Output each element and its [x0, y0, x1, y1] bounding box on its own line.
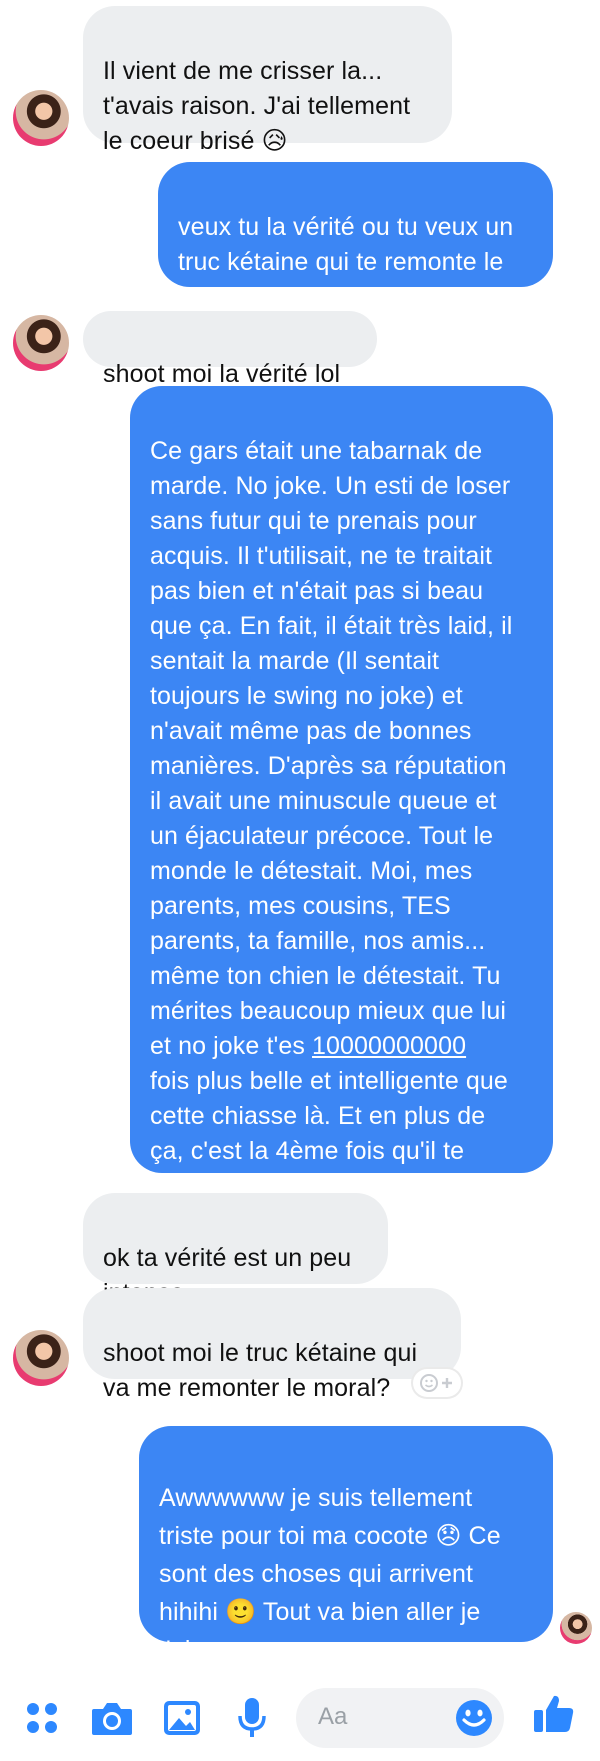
number-link[interactable]: 10000000000 [312, 1032, 466, 1060]
camera-button[interactable] [88, 1694, 136, 1742]
emoji-button[interactable] [454, 1698, 494, 1738]
emoji-icon [456, 1700, 492, 1736]
add-reaction-button[interactable] [413, 1369, 461, 1397]
message-bubble-incoming[interactable]: Il vient de me crisser la... t'avais rai… [83, 6, 452, 155]
message-input[interactable]: Aa [296, 1688, 504, 1748]
microphone-icon [238, 1698, 266, 1737]
message-input-placeholder: Aa [318, 1703, 348, 1730]
voice-button[interactable] [228, 1694, 276, 1742]
message-text: fois plus belle et intelligente que cett… [150, 1067, 508, 1200]
message-text: veux tu la vérité ou tu veux un truc két… [178, 213, 514, 311]
message-text: Ce gars était une tabarnak de marde. No … [150, 437, 513, 1060]
apps-icon [27, 1703, 57, 1733]
contact-avatar[interactable] [13, 1330, 69, 1386]
thumbs-up-icon [534, 1695, 574, 1732]
seen-receipt-avatar [560, 1612, 592, 1644]
message-bubble-incoming[interactable]: ok ta vérité est un peu intense [83, 1193, 388, 1307]
message-text: shoot moi le truc kétaine qui va me remo… [103, 1339, 418, 1402]
contact-avatar[interactable] [13, 90, 69, 146]
add-reaction-icon [420, 1374, 452, 1392]
like-button[interactable] [530, 1690, 578, 1738]
camera-icon [92, 1703, 132, 1735]
gallery-button[interactable] [158, 1694, 206, 1742]
message-bubble-outgoing[interactable]: Ce gars était une tabarnak de marde. No … [130, 386, 553, 1200]
message-text: Il vient de me crisser la... t'avais rai… [103, 57, 411, 155]
message-text: Awwwwww je suis tellement triste pour to… [159, 1484, 501, 1664]
message-text: shoot moi la vérité lol [103, 360, 341, 388]
message-bubble-outgoing[interactable]: Awwwwww je suis tellement triste pour to… [139, 1426, 553, 1664]
composer-bar: Aa [0, 1676, 600, 1761]
message-bubble-incoming[interactable]: shoot moi la vérité lol [83, 311, 377, 388]
message-bubble-outgoing[interactable]: veux tu la vérité ou tu veux un truc két… [158, 162, 553, 311]
apps-button[interactable] [18, 1694, 66, 1742]
message-bubble-incoming[interactable]: shoot moi le truc kétaine qui va me remo… [83, 1288, 461, 1402]
image-icon [164, 1701, 200, 1735]
contact-avatar[interactable] [13, 315, 69, 371]
